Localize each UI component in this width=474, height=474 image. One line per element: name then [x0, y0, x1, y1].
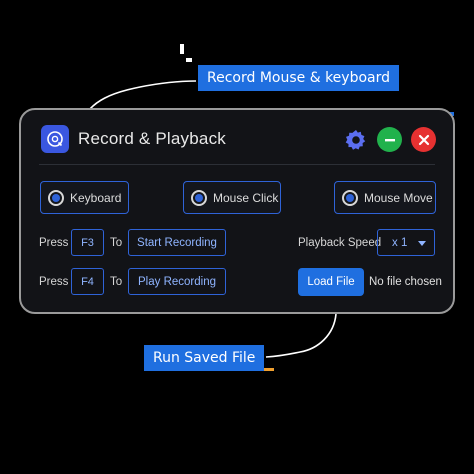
- load-file-button[interactable]: Load File: [298, 268, 364, 296]
- start-recording-button[interactable]: Start Recording: [128, 229, 226, 256]
- decor-pixel: [180, 44, 184, 54]
- chevron-down-icon: [418, 241, 426, 246]
- play-recording-button[interactable]: Play Recording: [128, 268, 226, 295]
- record-hotkey-field[interactable]: F3: [71, 229, 104, 256]
- record-press-label: Press: [39, 237, 69, 249]
- file-status: No file chosen: [369, 276, 442, 288]
- radio-icon: [191, 189, 207, 206]
- settings-button[interactable]: [343, 127, 368, 152]
- header-divider: [39, 164, 435, 165]
- app-window: Record & Playback Keyboard Mouse Click M…: [19, 108, 455, 314]
- radio-icon: [342, 189, 358, 206]
- close-icon: [418, 134, 429, 145]
- gear-icon: [345, 129, 365, 150]
- playback-speed-label: Playback Speed: [298, 237, 382, 249]
- window-title: Record & Playback: [78, 129, 226, 148]
- callout-record-mouse-keyboard: Record Mouse & keyboard: [198, 65, 399, 91]
- playback-icon: [41, 125, 69, 153]
- keyboard-option-label: Keyboard: [70, 190, 122, 205]
- mouse-click-option[interactable]: Mouse Click: [183, 181, 281, 214]
- mouse-move-option[interactable]: Mouse Move: [334, 181, 436, 214]
- record-to-label: To: [110, 237, 123, 249]
- minimize-icon: [384, 138, 395, 141]
- decor-pixel: [186, 58, 192, 62]
- play-hotkey-field[interactable]: F4: [71, 268, 104, 295]
- keyboard-option[interactable]: Keyboard: [40, 181, 129, 214]
- playback-speed-value: x 1: [392, 236, 408, 249]
- play-to-label: To: [110, 276, 123, 288]
- callout-run-saved-file: Run Saved File: [144, 345, 265, 371]
- minimize-button[interactable]: [377, 127, 402, 152]
- playback-speed-select[interactable]: x 1: [377, 229, 435, 256]
- mouse-move-option-label: Mouse Move: [364, 190, 433, 205]
- close-button[interactable]: [411, 127, 436, 152]
- radio-icon: [48, 189, 64, 206]
- mouse-click-option-label: Mouse Click: [213, 190, 279, 205]
- play-press-label: Press: [39, 276, 69, 288]
